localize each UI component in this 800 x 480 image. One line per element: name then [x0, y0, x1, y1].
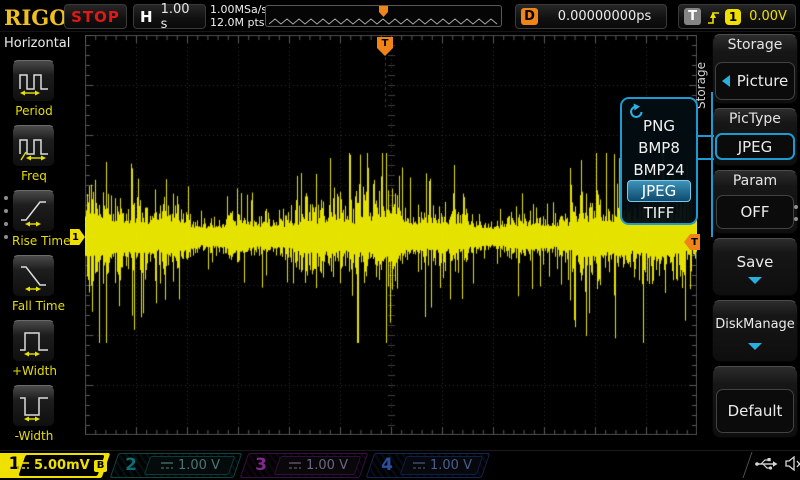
pictype-popup: PNG BMP8 BMP24 JPEG TIFF	[620, 97, 698, 225]
channel-number: 2	[125, 455, 137, 475]
softkey-value: OFF	[740, 203, 769, 221]
channel-scale: 1.00 V	[430, 458, 472, 473]
bandwidth-limit-badge: B	[94, 460, 108, 472]
popup-item[interactable]: JPEG	[627, 180, 691, 202]
top-status-bar: RIGOL STOP H 1.00 s 1.00MSa/s 12.0M pts …	[0, 0, 800, 32]
trigger-box[interactable]: T 1 0.00V	[678, 4, 796, 29]
softkey-label: Storage	[713, 35, 797, 53]
horizontal-timebase-box[interactable]: H 1.00 s	[133, 4, 206, 29]
softkey-label: DiskManage	[713, 317, 797, 332]
softkey-label: Param	[713, 171, 797, 189]
popup-item[interactable]: BMP24	[627, 159, 691, 181]
measure-item-period[interactable]: Period	[12, 60, 56, 118]
popup-item[interactable]: BMP8	[627, 137, 691, 159]
delay-label: D	[521, 8, 538, 25]
measure-item-fall-time[interactable]: Fall Time	[12, 255, 56, 313]
channel-scale-box: 1.00 V	[274, 456, 362, 475]
measure-menu-title: Horizontal	[4, 36, 70, 51]
measure-item-label: Freq	[12, 169, 56, 183]
dc-coupling-icon	[288, 460, 302, 471]
channel-scale: 1.00 V	[306, 458, 348, 473]
trigger-source-badge: 1	[725, 9, 741, 25]
acquisition-info: 1.00MSa/s 12.0M pts	[210, 3, 267, 29]
measure-item-label: Fall Time	[12, 299, 56, 313]
status-icons	[754, 456, 800, 471]
menu-page-dot	[4, 222, 8, 226]
sample-rate: 1.00MSa/s	[210, 3, 267, 16]
channel-scale-box: 5.00mV B	[18, 455, 104, 476]
channel-number: 3	[255, 455, 267, 475]
timebase-value: 1.00 s	[161, 2, 199, 32]
softkey-default[interactable]: Default	[712, 366, 798, 438]
channel-scale: 1.00 V	[178, 458, 220, 473]
dc-coupling-icon	[160, 460, 174, 471]
plus-width-icon	[17, 325, 51, 357]
measure-item-rise-time[interactable]: Rise Time	[12, 190, 56, 248]
softkey-value-box: Picture	[715, 62, 795, 100]
softkey-value: Picture	[737, 72, 789, 90]
softkey-pictype[interactable]: PicType JPEG	[712, 108, 798, 166]
channel4-status[interactable]: 4 1.00 V	[366, 453, 491, 478]
popup-item[interactable]: PNG	[627, 115, 691, 137]
speaker-muted-icon	[785, 456, 800, 471]
freq-icon	[17, 130, 51, 162]
rise-time-icon	[17, 195, 51, 227]
measure-item-label: -Width	[12, 429, 56, 443]
popup-connector	[711, 92, 713, 237]
softkey-value-box: Default	[716, 389, 794, 433]
channel-scale-box: 1.00 V	[144, 456, 236, 475]
dc-coupling-icon	[412, 460, 426, 471]
minus-width-icon	[17, 390, 51, 422]
menu-page-dot	[794, 205, 798, 209]
down-arrow-icon	[748, 343, 762, 350]
channel-number: 4	[381, 455, 393, 475]
measure-item-minus-width[interactable]: -Width	[12, 385, 56, 443]
softkey-param[interactable]: Param OFF	[712, 170, 798, 234]
softkey-value: Default	[728, 402, 783, 420]
run-state-indicator[interactable]: STOP	[64, 4, 127, 29]
measure-item-label: Rise Time	[12, 234, 56, 248]
memory-depth: 12.0M pts	[210, 16, 267, 29]
menu-page-dot	[4, 196, 8, 200]
measure-item-label: +Width	[12, 364, 56, 378]
delay-value: 0.00000000ps	[548, 9, 661, 24]
measure-item-label: Period	[12, 104, 56, 118]
delay-box[interactable]: D 0.00000000ps	[515, 4, 667, 29]
channel1-level-marker[interactable]: 1	[70, 229, 85, 245]
channel-scale-box: 1.00 V	[400, 456, 484, 475]
channel2-status[interactable]: 2 1.00 V	[110, 453, 243, 478]
softkey-save[interactable]: Save	[712, 238, 798, 296]
measure-item-freq[interactable]: Freq	[12, 125, 56, 183]
channel1-status[interactable]: 1 5.00mV B	[0, 453, 110, 478]
measure-item-plus-width[interactable]: +Width	[12, 320, 56, 378]
waveform-display	[85, 35, 697, 435]
trigger-label: T	[684, 8, 701, 25]
left-arrow-icon	[722, 75, 730, 87]
softkey-label: PicType	[713, 109, 797, 127]
menu-page-dot	[4, 209, 8, 213]
softkey-label: Save	[713, 253, 797, 271]
softkey-storage[interactable]: Storage Picture	[712, 34, 798, 104]
period-icon	[17, 65, 51, 97]
menu-page-dot	[4, 235, 8, 239]
fall-time-icon	[17, 260, 51, 292]
menu-page-dot	[794, 217, 798, 221]
softkey-value-box: OFF	[716, 195, 794, 229]
softkey-value-box: JPEG	[715, 133, 795, 160]
dc-coupling-icon	[16, 460, 30, 471]
down-arrow-icon	[748, 277, 762, 284]
usb-icon	[754, 457, 778, 471]
softkey-value: JPEG	[738, 138, 773, 156]
h-label: H	[140, 8, 153, 26]
waveform-preview-bar[interactable]	[265, 5, 502, 27]
popup-item-list: PNG BMP8 BMP24 JPEG TIFF	[622, 115, 696, 224]
rising-edge-icon	[706, 9, 720, 25]
trigger-level-value: 0.00V	[746, 9, 790, 24]
softkey-diskmanage[interactable]: DiskManage	[712, 300, 798, 362]
channel-scale: 5.00mV	[34, 458, 90, 473]
popup-item[interactable]: TIFF	[627, 202, 691, 224]
channel3-status[interactable]: 3 1.00 V	[240, 453, 369, 478]
